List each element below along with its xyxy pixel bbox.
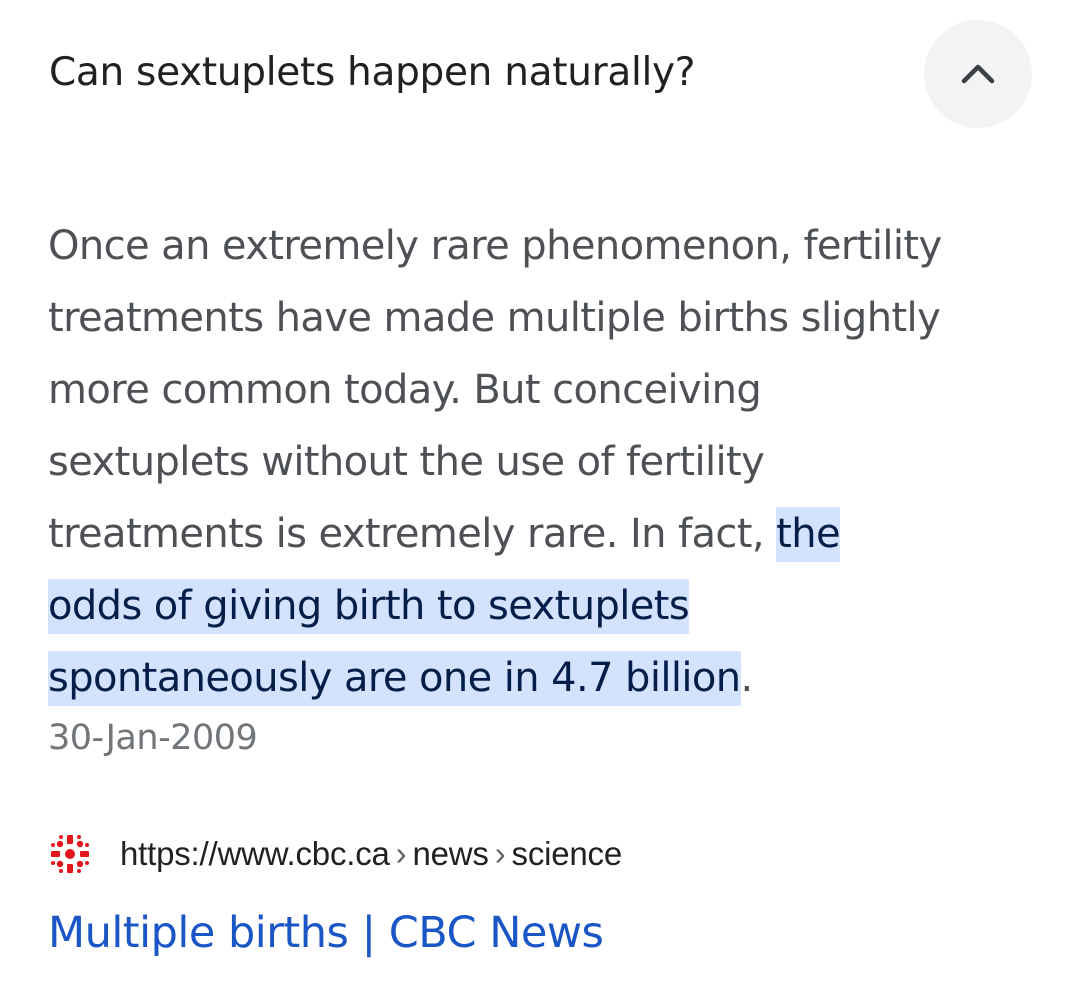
source-row[interactable]: https://www.cbc.ca › news › science (48, 830, 622, 878)
cbc-gem-icon (51, 835, 89, 873)
answer-line: Once an extremely rare phenomenon, ferti… (48, 223, 942, 269)
answer-line: treatments have made multiple births sli… (48, 295, 941, 341)
source-url[interactable]: https://www.cbc.ca › news › science (120, 835, 622, 873)
result-title-link[interactable]: Multiple births | CBC News (48, 905, 604, 961)
snippet-date: 30-Jan-2009 (48, 718, 258, 758)
highlighted-answer: spontaneously are one in 4.7 billion (48, 651, 741, 706)
breadcrumb-separator: › (395, 835, 407, 872)
answer-text: . (740, 655, 754, 701)
collapse-button[interactable] (924, 20, 1032, 128)
answer-line: treatments is extremely rare. In fact, t… (48, 498, 1048, 570)
url-base: https://www.cbc.ca (120, 835, 390, 872)
highlighted-answer: the (776, 507, 841, 562)
answer-line: odds of giving birth to sextuplets (48, 570, 1048, 642)
answer-snippet: Once an extremely rare phenomenon, ferti… (48, 210, 1048, 714)
chevron-up-icon (961, 64, 995, 84)
question-title[interactable]: Can sextuplets happen naturally? (49, 47, 696, 99)
breadcrumb-separator: › (494, 835, 506, 872)
highlighted-answer: odds of giving birth to sextuplets (48, 579, 690, 634)
url-crumb: science (511, 835, 623, 872)
answer-text: treatments is extremely rare. In fact, (48, 511, 777, 557)
question-header[interactable]: Can sextuplets happen naturally? (0, 0, 1080, 150)
answer-line: spontaneously are one in 4.7 billion. (48, 642, 1048, 714)
answer-line: sextuplets without the use of fertility (48, 439, 765, 485)
answer-line: more common today. But conceiving (48, 367, 762, 413)
url-crumb: news (412, 835, 489, 872)
